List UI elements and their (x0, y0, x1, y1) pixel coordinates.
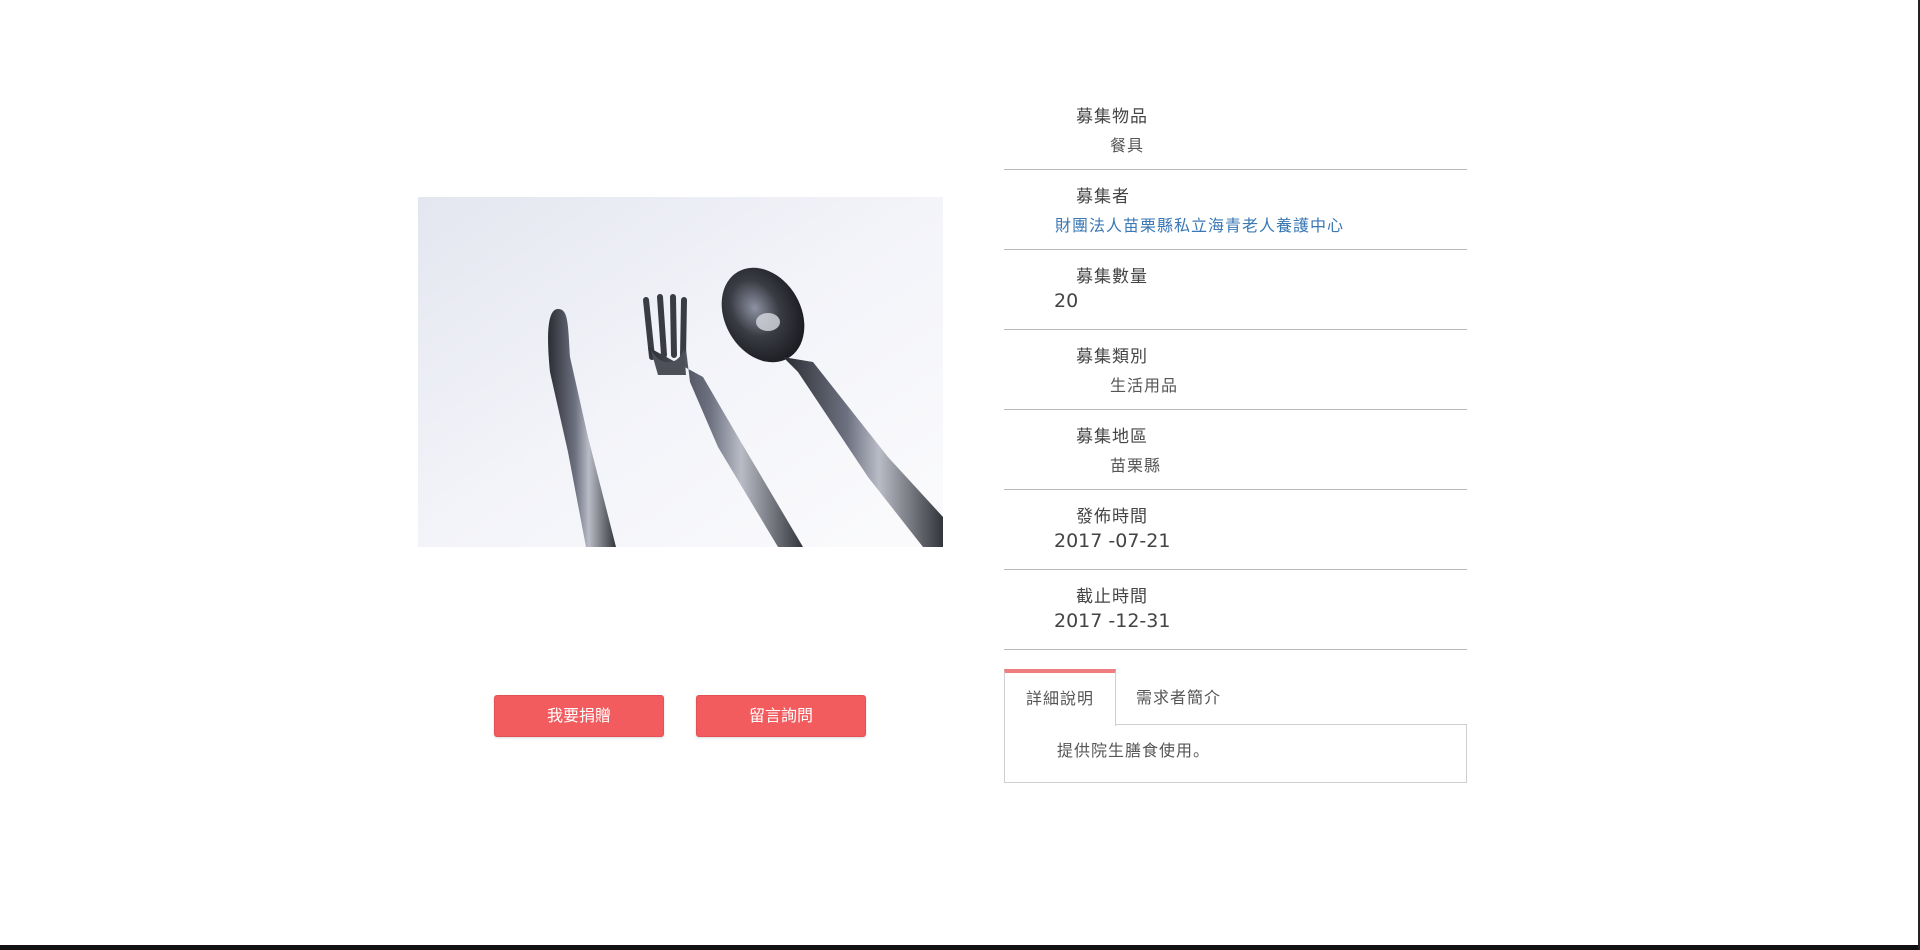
field-collector-label: 募集者 (1076, 187, 1130, 207)
detail-tabs: 詳細說明 需求者簡介 (1004, 669, 1467, 726)
field-category-value: 生活用品 (1110, 376, 1179, 395)
field-region: 募集地區 苗栗縣 (1004, 410, 1467, 490)
field-published-label: 發佈時間 (1076, 507, 1148, 527)
field-item-value: 餐具 (1110, 136, 1145, 155)
field-category-label: 募集類別 (1076, 347, 1148, 367)
tab-requester-profile[interactable]: 需求者簡介 (1136, 669, 1221, 724)
field-deadline-label: 截止時間 (1076, 587, 1148, 607)
field-deadline: 截止時間 2017 -12-31 (1004, 570, 1467, 650)
tab-details[interactable]: 詳細說明 (1004, 669, 1116, 726)
field-item-label: 募集物品 (1076, 107, 1148, 127)
field-region-value: 苗栗縣 (1110, 456, 1162, 475)
field-item: 募集物品 餐具 (1004, 90, 1467, 170)
field-quantity-value: 20 (1054, 290, 1079, 312)
field-published: 發佈時間 2017 -07-21 (1004, 490, 1467, 570)
page: 我要捐贈 留言詢問 募集物品 餐具 募集者 財團法人苗栗縣私立海青老人養護中心 … (0, 0, 1920, 950)
field-deadline-value: 2017 -12-31 (1054, 610, 1171, 632)
item-photo (418, 197, 943, 547)
field-quantity: 募集數量 20 (1004, 250, 1467, 330)
ask-question-button[interactable]: 留言詢問 (696, 695, 866, 737)
field-quantity-label: 募集數量 (1076, 267, 1148, 287)
cutlery-photo (418, 197, 943, 547)
field-category: 募集類別 生活用品 (1004, 330, 1467, 410)
field-collector: 募集者 財團法人苗栗縣私立海青老人養護中心 (1004, 170, 1467, 250)
tab-panel-text: 提供院生膳食使用。 (1057, 741, 1211, 760)
tab-panel: 提供院生膳食使用。 (1004, 724, 1467, 783)
field-published-value: 2017 -07-21 (1054, 530, 1171, 552)
field-region-label: 募集地區 (1076, 427, 1148, 447)
donate-button[interactable]: 我要捐贈 (494, 695, 664, 737)
collector-link[interactable]: 財團法人苗栗縣私立海青老人養護中心 (1055, 212, 1344, 236)
